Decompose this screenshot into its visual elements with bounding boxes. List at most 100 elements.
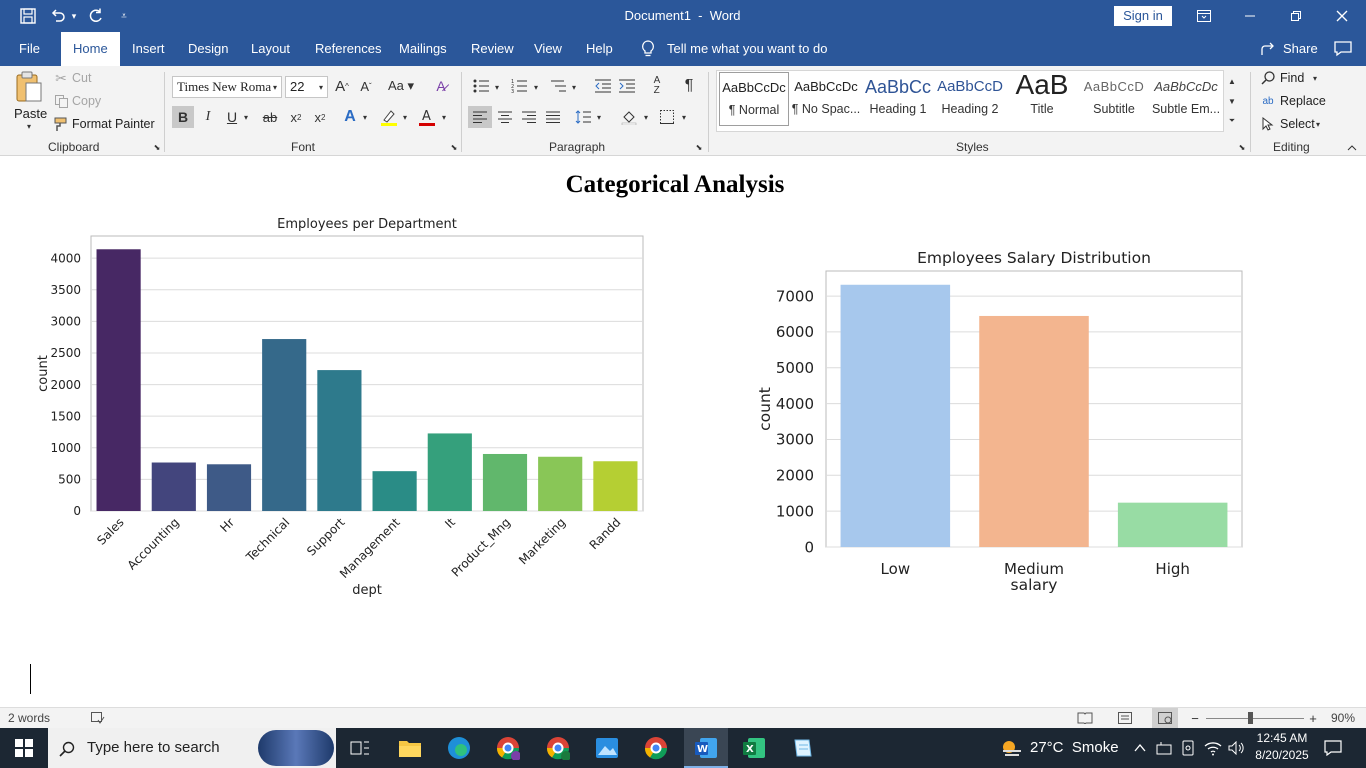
show-formatting-icon[interactable]: ¶ [678, 76, 700, 96]
zoom-level[interactable]: 90% [1331, 711, 1355, 725]
tab-references[interactable]: References [315, 32, 381, 66]
tab-home[interactable]: Home [61, 32, 120, 66]
print-layout-icon[interactable] [1116, 710, 1134, 726]
underline-icon[interactable]: U [222, 106, 242, 128]
bold-icon[interactable]: B [172, 106, 194, 128]
font-color-dropdown-icon[interactable]: ▾ [439, 110, 449, 124]
read-mode-icon[interactable] [1076, 710, 1094, 726]
bullets-icon[interactable] [470, 76, 492, 96]
style-title[interactable]: AaB Title [1007, 72, 1077, 126]
style-normal[interactable]: AaBbCcDc ¶ Normal [719, 72, 789, 126]
italic-icon[interactable]: I [198, 106, 218, 128]
font-size-dropdown-icon[interactable]: ▾ [316, 80, 326, 94]
style-heading-1[interactable]: AaBbCc Heading 1 [863, 72, 933, 126]
share-icon[interactable] [1258, 40, 1278, 58]
save-icon[interactable] [16, 6, 40, 26]
redo-icon[interactable] [84, 6, 108, 26]
cut-button[interactable]: Cut [72, 71, 91, 85]
paste-icon[interactable] [12, 70, 46, 104]
tab-layout[interactable]: Layout [251, 32, 290, 66]
chrome-profile-e-icon[interactable] [490, 734, 526, 762]
style-subtle-emphasis[interactable]: AaBbCcDc Subtle Em... [1151, 72, 1221, 126]
word-icon[interactable]: W [688, 734, 724, 762]
align-right-icon[interactable] [518, 106, 540, 128]
close-icon[interactable] [1330, 6, 1354, 26]
borders-dropdown-icon[interactable]: ▾ [679, 110, 689, 124]
styles-scroll-up-icon[interactable]: ▲ [1225, 72, 1239, 90]
volume-icon[interactable] [1226, 738, 1248, 758]
align-left-icon[interactable] [468, 106, 492, 128]
find-dropdown-icon[interactable]: ▾ [1310, 71, 1320, 85]
paste-dropdown-icon[interactable]: ▾ [24, 121, 34, 131]
line-spacing-dropdown-icon[interactable]: ▾ [594, 110, 604, 124]
style-subtitle[interactable]: AaBbCcD Subtitle [1079, 72, 1149, 126]
proofing-icon[interactable] [90, 710, 106, 726]
style-heading-2[interactable]: AaBbCcD Heading 2 [935, 72, 1005, 126]
clear-formatting-icon[interactable]: A̷ [430, 76, 452, 96]
select-dropdown-icon[interactable]: ▾ [1313, 117, 1323, 131]
document-canvas[interactable]: Categorical Analysis 0 500 1000 1500 2000 250… [0, 157, 1366, 707]
shading-dropdown-icon[interactable]: ▾ [641, 110, 651, 124]
find-button[interactable]: Find [1280, 71, 1304, 85]
bullets-dropdown-icon[interactable]: ▾ [492, 80, 502, 94]
document-heading[interactable]: Categorical Analysis [0, 171, 1350, 199]
undo-dropdown-icon[interactable]: ▾ [68, 8, 80, 24]
collapse-ribbon-icon[interactable] [1344, 142, 1360, 154]
excel-icon[interactable]: X [736, 734, 772, 762]
comments-icon[interactable] [1332, 40, 1354, 58]
increase-indent-icon[interactable] [616, 76, 638, 96]
restore-icon[interactable] [1284, 6, 1308, 26]
undo-icon[interactable] [46, 6, 70, 26]
customize-qat-icon[interactable]: ⩡ [116, 8, 132, 24]
strikethrough-icon[interactable]: ab [259, 106, 281, 128]
paragraph-launcher-icon[interactable]: ⬊ [694, 142, 704, 152]
superscript-icon[interactable]: x2 [310, 106, 330, 128]
font-name-dropdown-icon[interactable]: ▾ [270, 80, 280, 94]
styles-more-icon[interactable]: ⏷ [1225, 112, 1239, 130]
chrome-icon[interactable] [638, 734, 674, 762]
highlight-dropdown-icon[interactable]: ▾ [400, 110, 410, 124]
weather-icon[interactable] [998, 736, 1024, 760]
clipboard-launcher-icon[interactable]: ⬊ [152, 142, 162, 152]
clock-time[interactable]: 12:45 AM [1250, 731, 1314, 745]
weather-text[interactable]: 27°C Smoke [1030, 739, 1119, 756]
show-hidden-icons-icon[interactable] [1130, 738, 1150, 758]
share-button[interactable]: Share [1283, 32, 1318, 66]
subscript-icon[interactable]: x2 [286, 106, 306, 128]
text-effects-icon[interactable]: A [340, 106, 360, 128]
justify-icon[interactable] [542, 106, 564, 128]
highlight-icon[interactable] [378, 106, 400, 128]
notifications-icon[interactable] [1322, 738, 1344, 758]
styles-scroll-down-icon[interactable]: ▼ [1225, 92, 1239, 110]
tab-mailings[interactable]: Mailings [399, 32, 447, 66]
font-name-combo[interactable]: Times New Roma [172, 76, 282, 98]
photos-icon[interactable] [589, 734, 625, 762]
tab-insert[interactable]: Insert [132, 32, 165, 66]
multilevel-list-icon[interactable] [547, 76, 569, 96]
grow-font-icon[interactable]: A ^ [332, 76, 352, 96]
wifi-icon[interactable] [1202, 738, 1224, 758]
chrome-profile-k-icon[interactable] [540, 734, 576, 762]
network-device-icon[interactable] [1154, 738, 1174, 758]
select-button[interactable]: Select [1280, 117, 1315, 131]
ribbon-display-options-icon[interactable] [1192, 6, 1216, 26]
edge-icon[interactable] [441, 734, 477, 762]
word-count[interactable]: 2 words [8, 711, 50, 725]
borders-icon[interactable] [656, 106, 678, 128]
start-icon[interactable] [4, 734, 44, 762]
file-explorer-icon[interactable] [392, 734, 428, 762]
change-case-icon[interactable]: Aa ▾ [386, 76, 416, 96]
zoom-slider-thumb[interactable] [1248, 712, 1253, 724]
tab-view[interactable]: View [534, 32, 562, 66]
decrease-indent-icon[interactable] [592, 76, 614, 96]
zoom-out-icon[interactable]: − [1188, 710, 1202, 726]
style-no-spacing[interactable]: AaBbCcDc ¶ No Spac... [791, 72, 861, 126]
zoom-slider-track[interactable] [1206, 718, 1304, 719]
tab-design[interactable]: Design [188, 32, 228, 66]
underline-dropdown-icon[interactable]: ▾ [241, 110, 251, 124]
clock-date[interactable]: 8/20/2025 [1250, 748, 1314, 762]
zoom-in-icon[interactable]: + [1306, 710, 1320, 726]
numbering-icon[interactable]: 123 [508, 76, 530, 96]
line-spacing-icon[interactable] [572, 106, 594, 128]
shading-icon[interactable] [618, 106, 640, 128]
